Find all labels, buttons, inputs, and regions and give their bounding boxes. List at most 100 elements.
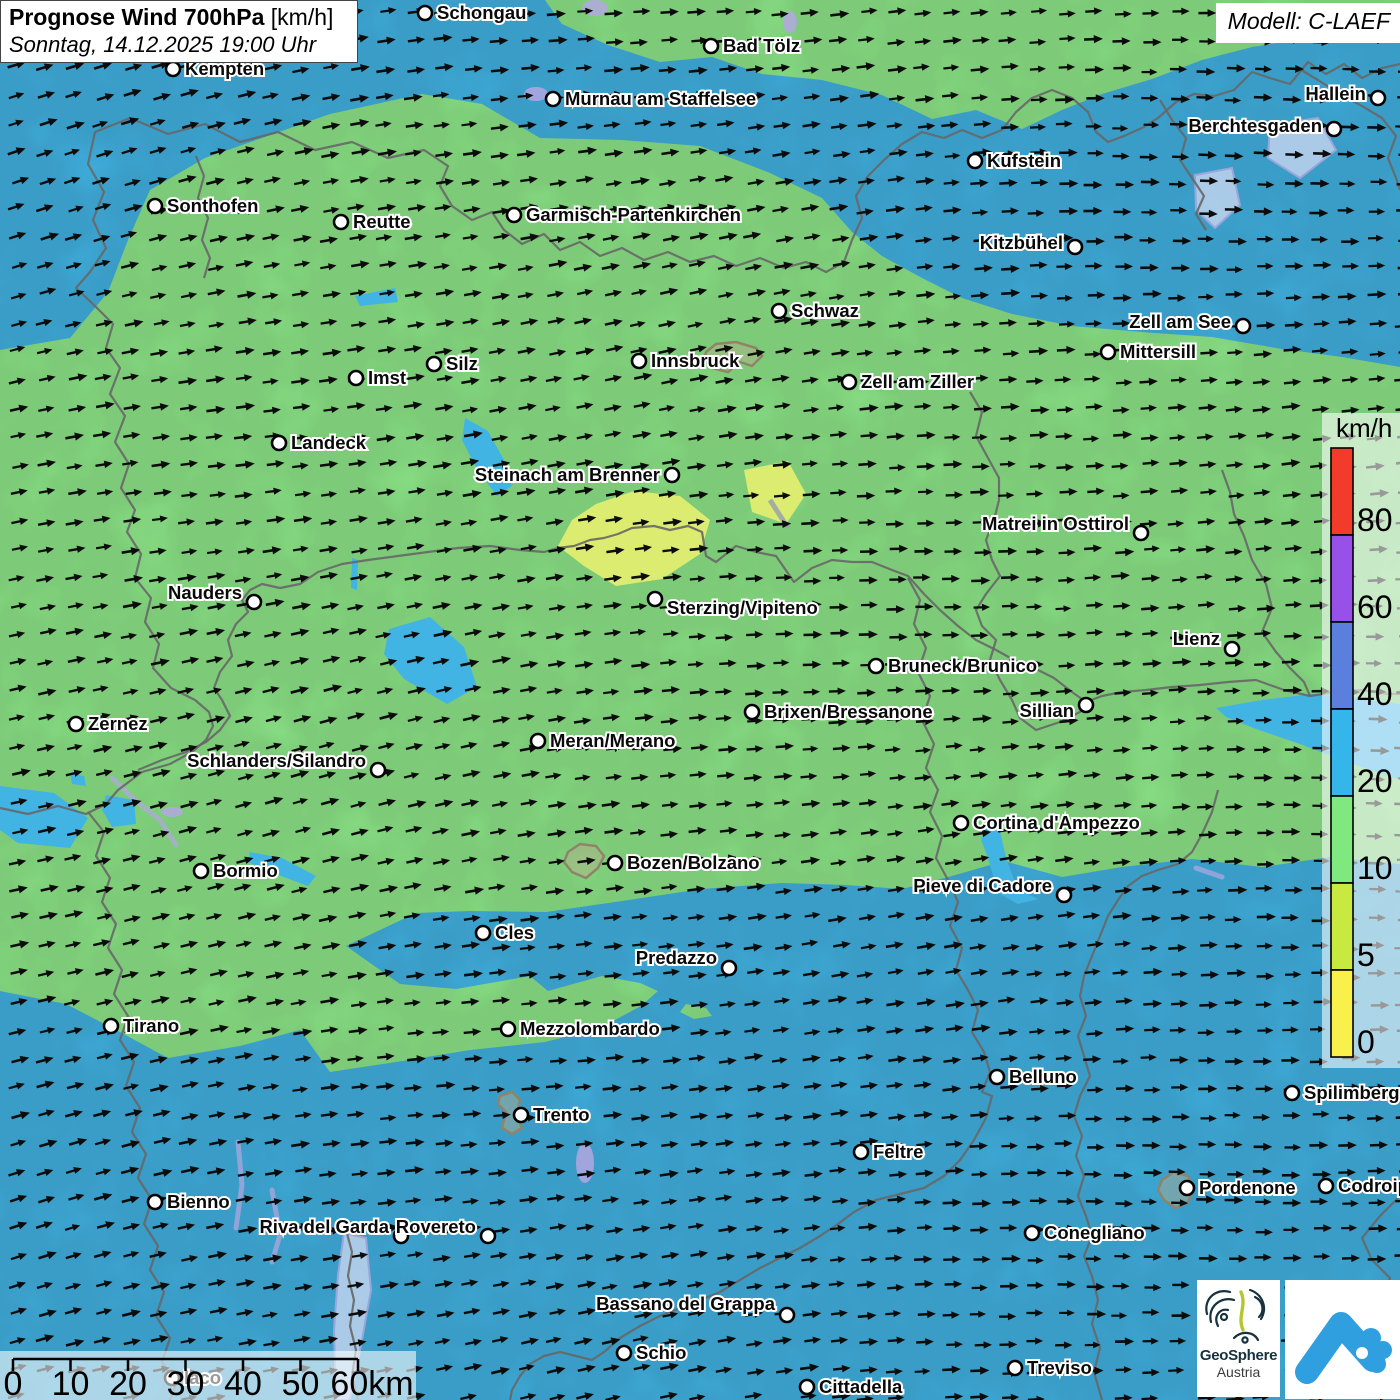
city-label: Spilimbergo xyxy=(1304,1082,1400,1103)
city-label: Landeck xyxy=(291,432,367,453)
title-unit: [km/h] xyxy=(264,4,333,30)
city-label: Lienz xyxy=(1173,628,1220,649)
city-label: Belluno xyxy=(1009,1066,1077,1087)
city-dot xyxy=(481,1229,495,1243)
city-dot xyxy=(1025,1226,1039,1240)
page-title: Prognose Wind 700hPa [km/h] xyxy=(9,4,349,31)
city-label: Sonthofen xyxy=(167,195,258,216)
city-marker: Bruneck/Brunico xyxy=(869,655,1037,676)
city-dot xyxy=(148,199,162,213)
legend-tick-label: 20 xyxy=(1357,763,1393,799)
city-label: Bormio xyxy=(213,860,278,881)
legend-tick-label: 40 xyxy=(1357,676,1393,712)
geosphere-name: GeoSphere xyxy=(1197,1347,1280,1364)
city-dot xyxy=(1101,345,1115,359)
city-label: Schlanders/Silandro xyxy=(187,750,366,771)
lake xyxy=(576,1143,594,1183)
city-dot xyxy=(1079,698,1093,712)
city-dot xyxy=(780,1308,794,1322)
city-dot xyxy=(648,592,662,606)
legend-tick-label: 0 xyxy=(1357,1024,1375,1060)
title-box: Prognose Wind 700hPa [km/h] Sonntag, 14.… xyxy=(0,0,358,63)
city-label: Sterzing/Vipiteno xyxy=(667,597,818,618)
city-dot xyxy=(272,436,286,450)
city-marker: Bozen/Bolzano xyxy=(608,852,760,873)
city-label: Riva del Garda xyxy=(259,1216,389,1237)
city-label: Murnau am Staffelsee xyxy=(565,88,756,109)
city-label: Cles xyxy=(495,922,534,943)
legend-color-swatch xyxy=(1331,796,1353,883)
city-dot xyxy=(194,864,208,878)
scale-label: 60km xyxy=(330,1365,413,1400)
city-dot xyxy=(842,375,856,389)
city-label: Silz xyxy=(446,353,478,374)
geosphere-country: Austria xyxy=(1197,1364,1280,1380)
city-dot xyxy=(1285,1086,1299,1100)
city-marker: Steinach am Brenner xyxy=(475,464,679,485)
city-label: Pieve di Cadore xyxy=(913,875,1052,896)
wind-map: SchongauBad TölzKemptenMurnau am Staffel… xyxy=(0,0,1400,1400)
city-marker: Cortina d'Ampezzo xyxy=(954,812,1140,833)
city-label: Treviso xyxy=(1027,1357,1092,1378)
city-label: Reutte xyxy=(353,211,411,232)
city-marker: Brixen/Bressanone xyxy=(745,701,933,722)
city-label: Hallein xyxy=(1305,83,1366,104)
city-marker: Cles xyxy=(476,922,534,943)
city-label: Bienno xyxy=(167,1191,230,1212)
valid-time: Sonntag, 14.12.2025 19:00 Uhr xyxy=(9,32,349,58)
city-dot xyxy=(1180,1181,1194,1195)
title-parameter: Prognose Wind 700hPa xyxy=(9,4,264,30)
city-label: Innsbruck xyxy=(651,350,740,371)
legend-tick-label: 5 xyxy=(1357,937,1375,973)
city-marker: Berchtesgaden xyxy=(1188,115,1341,136)
legend: km/h806040201050 xyxy=(1322,413,1400,1068)
city-dot xyxy=(1225,642,1239,656)
city-dot xyxy=(869,659,883,673)
city-label: Zernez xyxy=(88,713,148,734)
city-label: Conegliano xyxy=(1044,1222,1145,1243)
city-label: Bassano del Grappa xyxy=(596,1293,776,1314)
city-dot xyxy=(608,856,622,870)
city-label: Zell am Ziller xyxy=(861,371,974,392)
city-label: Schongau xyxy=(437,2,526,23)
city-label: Bad Tölz xyxy=(723,35,800,56)
city-label: Kufstein xyxy=(987,150,1061,171)
scale-label: 20 xyxy=(109,1365,147,1400)
city-dot xyxy=(854,1145,868,1159)
city-marker: Murnau am Staffelsee xyxy=(546,88,756,109)
city-label: Cortina d'Ampezzo xyxy=(973,812,1140,833)
scale-label: 10 xyxy=(52,1365,90,1400)
city-marker: Zell am Ziller xyxy=(842,371,974,392)
city-dot xyxy=(371,763,385,777)
legend-color-swatch xyxy=(1331,709,1353,796)
city-label: Mittersill xyxy=(1120,341,1196,362)
city-label: Predazzo xyxy=(636,947,717,968)
legend-color-swatch xyxy=(1331,970,1353,1057)
city-dot xyxy=(427,357,441,371)
city-dot xyxy=(166,62,180,76)
city-label: Meran/Merano xyxy=(550,730,675,751)
city-marker: Silz xyxy=(427,353,478,374)
model-name: Modell: C-LAEF xyxy=(1228,8,1390,35)
geosphere-swirl-icon xyxy=(1197,1280,1280,1344)
city-dot xyxy=(1236,319,1250,333)
city-dot xyxy=(501,1022,515,1036)
city-label: Trento xyxy=(533,1104,590,1125)
city-dot xyxy=(247,595,261,609)
city-label: Mezzolombardo xyxy=(520,1018,660,1039)
city-marker: Imst xyxy=(349,367,406,388)
city-label: Codroipo xyxy=(1338,1175,1400,1196)
scale-label: 50 xyxy=(282,1365,320,1400)
city-dot xyxy=(745,705,759,719)
geosphere-logo-box: GeoSphere Austria xyxy=(1197,1280,1280,1397)
city-dot xyxy=(69,717,83,731)
city-dot xyxy=(968,154,982,168)
city-label: Matrei in Osttirol xyxy=(982,513,1129,534)
legend-color-swatch xyxy=(1331,883,1353,970)
city-dot xyxy=(1371,91,1385,105)
city-dot xyxy=(148,1195,162,1209)
city-dot xyxy=(531,734,545,748)
city-dot xyxy=(1057,888,1071,902)
city-label: Tirano xyxy=(123,1015,179,1036)
lake xyxy=(161,807,183,817)
